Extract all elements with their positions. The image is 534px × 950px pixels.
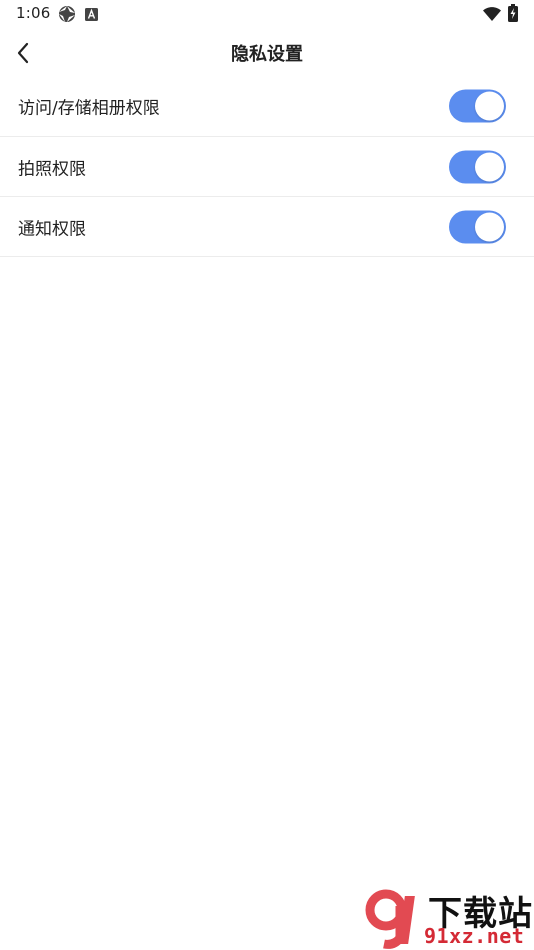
page-title: 隐私设置 bbox=[231, 44, 303, 65]
notification-permission-toggle[interactable] bbox=[449, 210, 506, 243]
status-time: 1:06 bbox=[16, 4, 51, 22]
watermark-logo-icon bbox=[365, 889, 415, 949]
app-header: 隐私设置 bbox=[0, 28, 534, 78]
album-storage-permission-toggle[interactable] bbox=[449, 89, 506, 123]
setting-row-album-storage: 访问/存储相册权限 bbox=[0, 76, 534, 137]
watermark: 下载站 91xz.net bbox=[362, 886, 534, 950]
setting-label: 访问/存储相册权限 bbox=[18, 98, 160, 119]
watermark-url: 91xz.net bbox=[424, 924, 525, 948]
setting-label: 拍照权限 bbox=[18, 159, 86, 179]
toggle-knob bbox=[475, 212, 504, 241]
toggle-knob bbox=[475, 152, 504, 181]
camera-permission-toggle[interactable] bbox=[449, 150, 506, 183]
status-bar: 1:06 bbox=[0, 0, 534, 28]
setting-row-camera: 拍照权限 bbox=[0, 137, 534, 197]
settings-list: 访问/存储相册权限 拍照权限 通知权限 bbox=[0, 76, 534, 257]
battery-charging-icon bbox=[508, 4, 518, 26]
setting-row-notification: 通知权限 bbox=[0, 197, 534, 257]
wifi-icon bbox=[483, 6, 501, 25]
a-badge-icon bbox=[85, 6, 98, 25]
aperture-icon bbox=[58, 5, 76, 27]
setting-label: 通知权限 bbox=[18, 219, 86, 239]
toggle-knob bbox=[475, 91, 504, 121]
